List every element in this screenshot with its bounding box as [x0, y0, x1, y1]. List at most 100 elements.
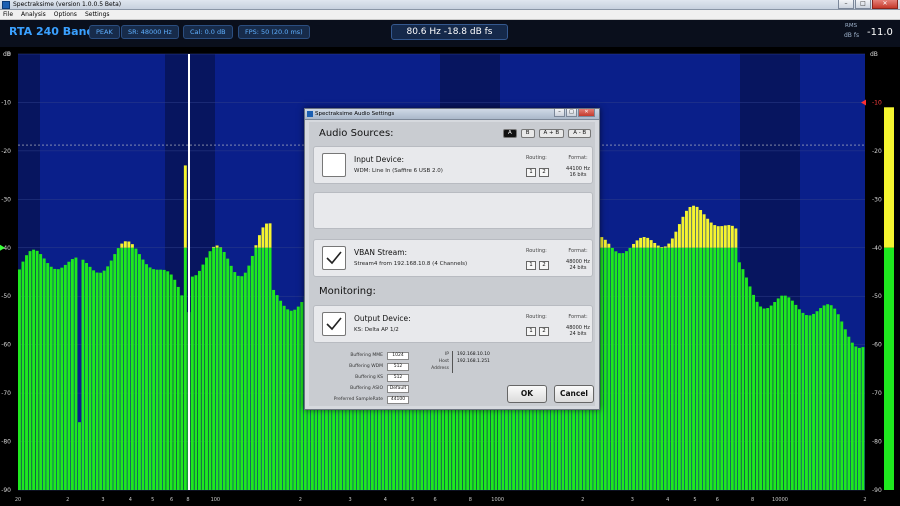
- spectrum-bar: [646, 247, 650, 490]
- spectrum-bar: [621, 253, 625, 490]
- spectrum-bar: [127, 247, 131, 490]
- spectrum-bar: [607, 247, 611, 490]
- spectrum-bar: [706, 247, 710, 490]
- menu-analysis[interactable]: Analysis: [21, 10, 46, 19]
- fps-button[interactable]: FPS: 50 (20.0 ms): [238, 25, 310, 39]
- output-routing-2-button[interactable]: 2: [539, 327, 549, 336]
- spectrum-bar: [180, 295, 184, 490]
- ok-button[interactable]: OK: [507, 385, 547, 403]
- spectrum-bar-peak: [695, 206, 699, 248]
- spectrum-bar: [857, 347, 861, 490]
- spectrum-bar: [109, 260, 113, 490]
- y-axis-label: -50: [1, 293, 11, 300]
- spectrum-bar: [88, 266, 92, 490]
- spectrum-bar-peak: [674, 231, 678, 248]
- y-axis-label: -90: [1, 487, 11, 494]
- vban-routing-1-button[interactable]: 1: [526, 261, 536, 270]
- spectrum-bar-peak: [268, 223, 272, 248]
- input-routing-2-button[interactable]: 2: [539, 168, 549, 177]
- y-axis-label: -60: [1, 342, 11, 349]
- vban-routing-2-button[interactable]: 2: [539, 261, 549, 270]
- spectrum-bar: [102, 270, 106, 490]
- spectrum-bar: [60, 267, 64, 490]
- spectrum-bar: [625, 251, 628, 490]
- dialog-body: Audio Sources: A B A + B A - B Input Dev…: [309, 122, 595, 406]
- info-bar: RTA 240 Bands PEAK SR: 48000 Hz Cal: 0.0…: [0, 20, 900, 47]
- spectrum-bar: [773, 302, 777, 490]
- spectrum-bar-peak: [257, 235, 261, 248]
- spectrum-bar: [783, 295, 787, 490]
- spectrum-bar-peak: [685, 210, 688, 248]
- menu-file[interactable]: File: [3, 10, 13, 19]
- calibration-button[interactable]: Cal: 0.0 dB: [183, 25, 233, 39]
- spectrum-bar: [734, 247, 738, 490]
- spectrum-bar: [632, 247, 636, 490]
- input-routing-1-button[interactable]: 1: [526, 168, 536, 177]
- source-a-minus-b-button[interactable]: A - B: [568, 129, 592, 138]
- spectrum-bar: [600, 247, 604, 490]
- menu-settings[interactable]: Settings: [85, 10, 110, 19]
- buffering-asio-field[interactable]: Default: [387, 385, 409, 393]
- spectrum-bar-peak: [677, 224, 681, 248]
- spectrum-bar: [257, 247, 261, 490]
- spectrum-bar: [46, 263, 50, 490]
- y-axis-label: -80: [1, 439, 11, 446]
- source-a-button[interactable]: A: [503, 129, 517, 138]
- buffering-ks-field[interactable]: 512: [387, 374, 409, 382]
- spectrum-bar: [617, 253, 621, 490]
- x-axis-label: 20: [15, 497, 21, 503]
- source-b-button[interactable]: B: [520, 129, 535, 138]
- source-a-plus-b-button[interactable]: A + B: [538, 129, 565, 138]
- output-device-title: Output Device:: [354, 314, 411, 323]
- minimize-button[interactable]: –: [838, 0, 854, 9]
- spectrum-bar: [240, 276, 244, 490]
- spectrum-bar: [85, 262, 88, 490]
- input-device-name[interactable]: WDM: Line In (Saffire 6 USB 2.0): [354, 168, 443, 174]
- sample-rate-button[interactable]: SR: 48000 Hz: [121, 25, 179, 39]
- spectrum-bar-peak: [681, 216, 685, 248]
- x-axis-label: 5: [151, 497, 154, 503]
- spectrum-bar: [18, 269, 21, 490]
- output-routing-label: Routing:: [526, 314, 547, 320]
- buffering-wdm-field[interactable]: 512: [387, 363, 409, 371]
- ip-label: IP: [444, 352, 449, 357]
- spectrum-bar: [106, 266, 110, 490]
- cancel-button[interactable]: Cancel: [554, 385, 594, 403]
- preferred-samplerate-field[interactable]: 44100: [387, 396, 409, 404]
- output-routing-1-button[interactable]: 1: [526, 327, 536, 336]
- output-device-name[interactable]: KS: Delta AP 1/2: [354, 327, 399, 333]
- spectrum-bar: [748, 286, 752, 490]
- vban-stream-checkbox[interactable]: [322, 246, 346, 270]
- dialog-minimize-button[interactable]: –: [554, 109, 565, 117]
- spectrum-bar: [56, 269, 60, 490]
- close-button[interactable]: ✕: [872, 0, 898, 9]
- vban-format-bits: 24 bits: [569, 265, 587, 271]
- spectrum-bar: [766, 308, 770, 490]
- spectrum-bar: [261, 247, 265, 490]
- spectrum-bar: [254, 247, 258, 490]
- y-axis-label: -30: [1, 196, 11, 203]
- dialog-maximize-button[interactable]: □: [566, 109, 577, 117]
- dialog-app-icon: [307, 111, 313, 117]
- buffering-mme-field[interactable]: 1024: [387, 352, 409, 360]
- dialog-close-button[interactable]: ✕: [578, 109, 595, 117]
- peak-button[interactable]: PEAK: [89, 25, 120, 39]
- x-axis-label: 4: [129, 497, 132, 503]
- rta-mode-title[interactable]: RTA 240 Bands: [9, 25, 101, 38]
- monitoring-heading: Monitoring:: [319, 286, 376, 297]
- maximize-button[interactable]: □: [855, 0, 871, 9]
- x-axis-label: 10000: [772, 497, 788, 503]
- spectrum-bar-peak: [600, 237, 604, 248]
- menu-options[interactable]: Options: [54, 10, 77, 19]
- input-device-checkbox[interactable]: [322, 153, 346, 177]
- spectrum-bar: [808, 315, 812, 490]
- vban-stream-title: VBAN Stream:: [354, 248, 408, 257]
- spectrum-bar: [145, 264, 148, 490]
- vban-stream-name[interactable]: Stream4 from 192.168.10.8 (4 Channels): [354, 261, 467, 267]
- spectrum-bar-peak: [653, 242, 657, 248]
- right-scale-label: -40: [872, 245, 882, 252]
- right-scale-label: -80: [872, 439, 882, 446]
- spectrum-bar: [173, 279, 177, 490]
- spectrum-bar: [635, 247, 639, 490]
- output-device-checkbox[interactable]: [322, 312, 346, 336]
